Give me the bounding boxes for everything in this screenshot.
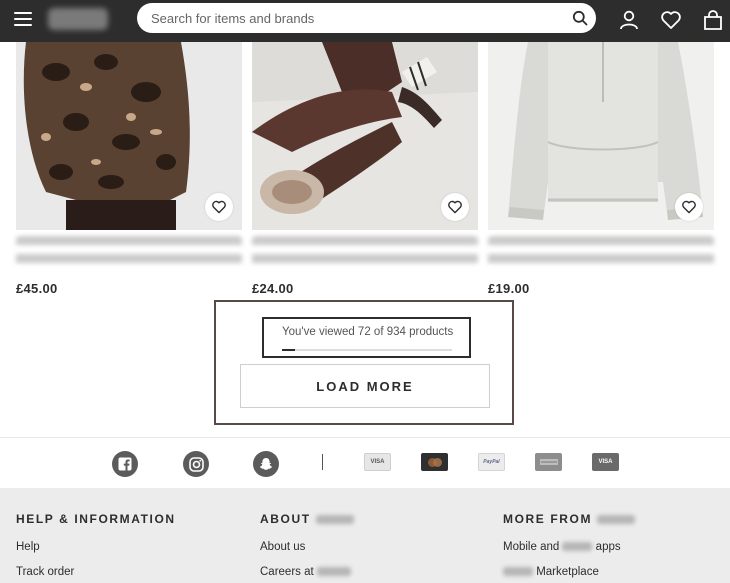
product-price: £24.00	[252, 281, 294, 296]
bag-icon[interactable]	[702, 10, 724, 30]
visa-electron-label: VISA	[598, 459, 613, 465]
footer-heading-about: ABOUT	[260, 512, 354, 526]
vertical-separator	[322, 454, 323, 470]
save-to-wishlist-button[interactable]	[205, 193, 233, 221]
heart-icon	[212, 200, 226, 214]
top-header	[0, 0, 730, 42]
snapchat-icon[interactable]	[253, 451, 279, 477]
amex-icon	[535, 453, 562, 471]
blurred-brand-name	[597, 515, 635, 525]
blurred-brand-name	[562, 542, 593, 552]
footer-link-careers-text: Careers at	[260, 566, 314, 578]
blurred-brand-name	[315, 515, 354, 525]
footer-heading-help: HELP & INFORMATION	[16, 512, 176, 526]
heart-icon	[448, 200, 462, 214]
footer-link-apps-text: apps	[595, 541, 621, 553]
footer-link-help[interactable]: Help	[16, 541, 40, 553]
search-bar	[137, 3, 596, 33]
footer-link-mobile-apps[interactable]: Mobile and apps	[503, 541, 621, 553]
menu-icon[interactable]	[14, 12, 32, 26]
mastercard-icon	[421, 453, 448, 471]
section-divider	[0, 437, 730, 438]
footer-link-marketplace[interactable]: Marketplace	[503, 566, 599, 578]
heart-icon	[682, 200, 696, 214]
saved-items-icon[interactable]	[660, 10, 682, 30]
save-to-wishlist-button[interactable]	[675, 193, 703, 221]
product-title[interactable]	[252, 236, 478, 272]
footer-link-careers[interactable]: Careers at	[260, 566, 351, 578]
progress-bar-track	[282, 349, 452, 351]
product-image[interactable]	[488, 42, 714, 230]
footer-heading-more: MORE FROM	[503, 512, 635, 526]
footer-link-about-us[interactable]: About us	[260, 541, 305, 553]
instagram-icon[interactable]	[183, 451, 209, 477]
brand-logo[interactable]	[48, 8, 108, 30]
footer-heading-about-text: ABOUT	[260, 512, 311, 526]
visa-electron-icon: VISA	[592, 453, 619, 471]
product-title[interactable]	[488, 236, 714, 272]
progress-bar-fill	[282, 349, 296, 351]
visa-icon: VISA	[364, 453, 391, 471]
footer-link-mobile-text: Mobile and	[503, 541, 560, 553]
facebook-icon[interactable]	[112, 451, 138, 477]
load-more-section: You've viewed 72 of 934 products LOAD MO…	[214, 300, 514, 425]
footer-link-track-order[interactable]: Track order	[16, 566, 74, 578]
search-input[interactable]	[151, 3, 561, 33]
search-icon[interactable]	[572, 10, 588, 26]
footer-link-marketplace-text: Marketplace	[536, 566, 599, 578]
product-image[interactable]	[252, 42, 478, 230]
blurred-brand-name	[316, 567, 351, 577]
visa-label: VISA	[370, 459, 385, 465]
product-image[interactable]	[16, 42, 242, 230]
footer-heading-more-text: MORE FROM	[503, 512, 593, 526]
site-footer: HELP & INFORMATION Help Track order ABOU…	[0, 488, 730, 583]
blurred-brand-name	[503, 567, 533, 577]
account-icon[interactable]	[618, 10, 640, 30]
save-to-wishlist-button[interactable]	[441, 193, 469, 221]
load-more-button[interactable]: LOAD MORE	[240, 364, 490, 408]
viewed-count-text: You've viewed 72 of 934 products	[282, 326, 454, 338]
paypal-label: PayPal	[483, 459, 500, 465]
progress-indicator: You've viewed 72 of 934 products	[262, 317, 471, 358]
paypal-icon: PayPal	[478, 453, 505, 471]
product-price: £45.00	[16, 281, 58, 296]
product-title[interactable]	[16, 236, 242, 272]
product-price: £19.00	[488, 281, 530, 296]
